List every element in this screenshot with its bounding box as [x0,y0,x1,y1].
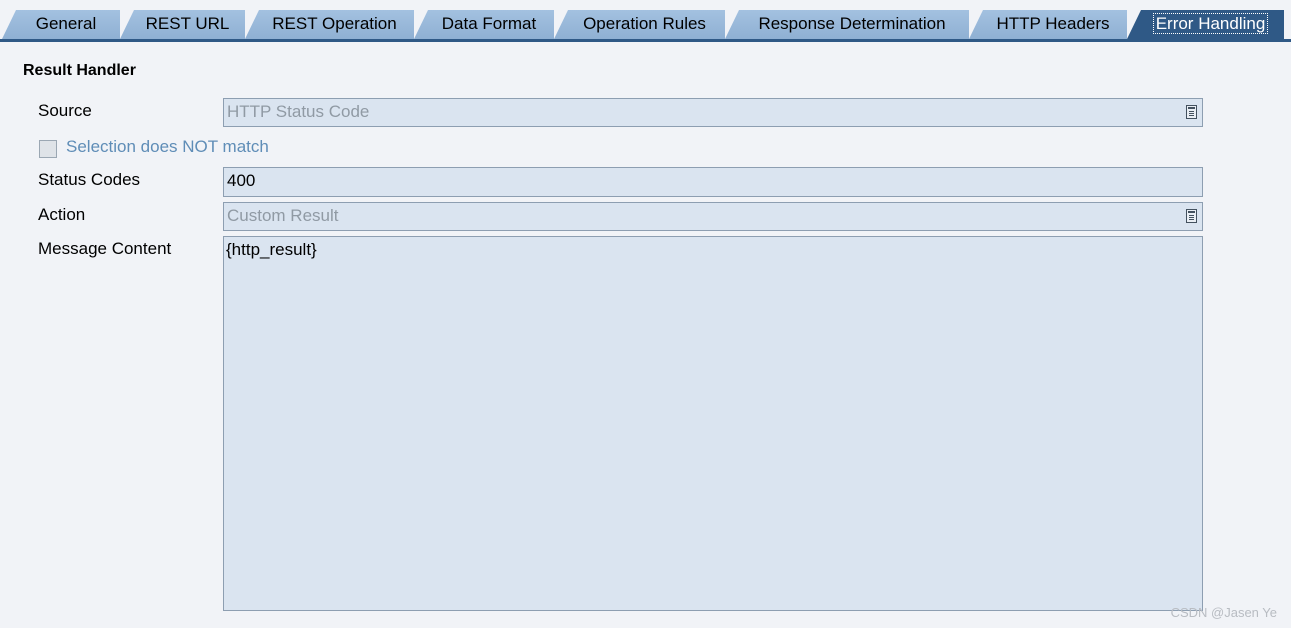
tab-data-format[interactable]: Data Format [414,10,554,39]
source-value: HTTP Status Code [227,102,370,121]
tab-label: REST URL [145,14,230,33]
status-codes-input[interactable]: 400 [223,167,1203,197]
action-value: Custom Result [227,206,339,225]
status-codes-value: 400 [227,171,256,190]
tab-label: REST Operation [272,14,397,33]
selection-not-match-label: Selection does NOT match [66,137,269,156]
source-dropdown[interactable]: HTTP Status Code [223,98,1203,127]
tab-error-handling[interactable]: Error Handling [1127,10,1284,39]
tab-operation-rules[interactable]: Operation Rules [554,10,725,39]
tab-label: Response Determination [758,14,946,33]
tab-label: Operation Rules [583,14,706,33]
dropdown-list-icon[interactable] [1186,105,1197,119]
dropdown-list-icon[interactable] [1186,209,1197,223]
tab-rest-url[interactable]: REST URL [120,10,245,39]
tab-strip: General REST URL REST Operation Data For… [0,0,1291,44]
status-codes-label: Status Codes [38,170,141,189]
tab-label: General [35,14,97,33]
section-title: Result Handler [23,62,136,79]
tab-response-determination[interactable]: Response Determination [725,10,969,39]
message-content-label: Message Content [38,239,172,258]
action-label: Action [38,205,86,224]
source-label: Source [38,101,92,120]
tab-general[interactable]: General [2,10,120,39]
tab-label: HTTP Headers [996,14,1110,33]
tab-label: Data Format [441,14,537,33]
selection-not-match-checkbox[interactable] [39,140,57,158]
action-dropdown[interactable]: Custom Result [223,202,1203,231]
message-content-textarea[interactable]: {http_result} [223,236,1203,611]
tab-http-headers[interactable]: HTTP Headers [969,10,1127,39]
tab-strip-underline [0,39,1291,42]
watermark: CSDN @Jasen Ye [1170,605,1277,620]
tab-rest-operation[interactable]: REST Operation [245,10,414,39]
tab-label: Error Handling [1152,13,1269,34]
